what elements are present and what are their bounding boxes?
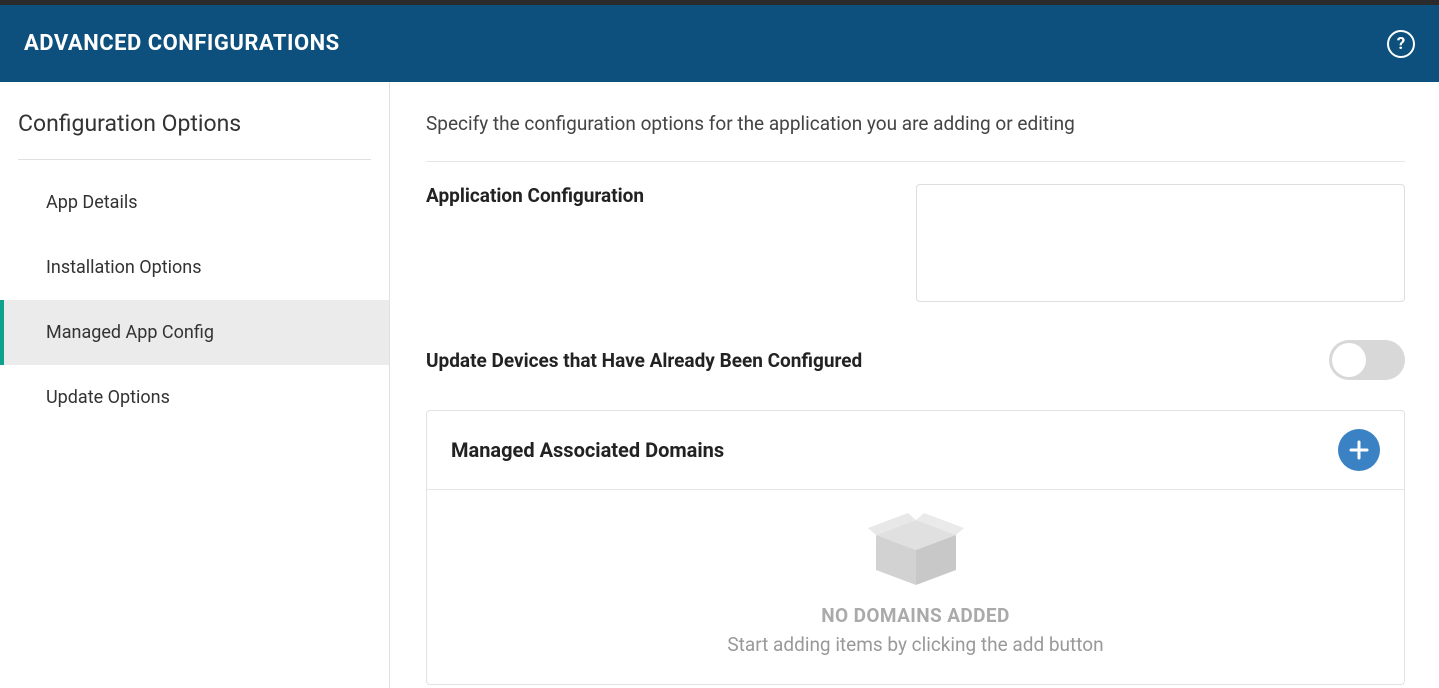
help-icon[interactable]: ? [1387,30,1415,58]
sidebar: Configuration Options App Details Instal… [0,82,390,688]
sidebar-item-app-details[interactable]: App Details [0,170,389,235]
app-config-label: Application Configuration [426,184,916,207]
update-devices-row: Update Devices that Have Already Been Co… [426,324,1405,404]
sidebar-item-managed-app-config[interactable]: Managed App Config [0,300,389,365]
update-devices-label: Update Devices that Have Already Been Co… [426,349,1329,372]
sidebar-item-label: Managed App Config [46,322,214,343]
empty-state-subtitle: Start adding items by clicking the add b… [427,633,1404,656]
managed-domains-title: Managed Associated Domains [451,438,724,462]
empty-box-icon [866,510,966,590]
main-description: Specify the configuration options for th… [426,112,1405,162]
sidebar-item-label: Update Options [46,387,170,408]
app-config-textarea[interactable] [916,184,1405,302]
page-header: ADVANCED CONFIGURATIONS ? [0,5,1439,82]
page-title: ADVANCED CONFIGURATIONS [24,31,340,56]
update-devices-toggle[interactable] [1329,340,1405,380]
app-config-row: Application Configuration [426,162,1405,324]
sidebar-heading: Configuration Options [18,98,371,160]
main-content: Specify the configuration options for th… [390,82,1439,688]
sidebar-item-installation-options[interactable]: Installation Options [0,235,389,300]
add-domain-button[interactable] [1338,429,1380,471]
body: Configuration Options App Details Instal… [0,82,1439,688]
sidebar-item-label: App Details [46,192,138,213]
toggle-knob [1332,343,1366,377]
empty-state-title: NO DOMAINS ADDED [427,604,1404,627]
managed-domains-header: Managed Associated Domains [427,411,1404,490]
managed-domains-empty: NO DOMAINS ADDED Start adding items by c… [427,490,1404,684]
sidebar-item-label: Installation Options [46,257,202,278]
plus-icon [1348,439,1370,461]
sidebar-item-update-options[interactable]: Update Options [0,365,389,430]
managed-domains-panel: Managed Associated Domains [426,410,1405,685]
sidebar-nav: App Details Installation Options Managed… [0,170,389,430]
